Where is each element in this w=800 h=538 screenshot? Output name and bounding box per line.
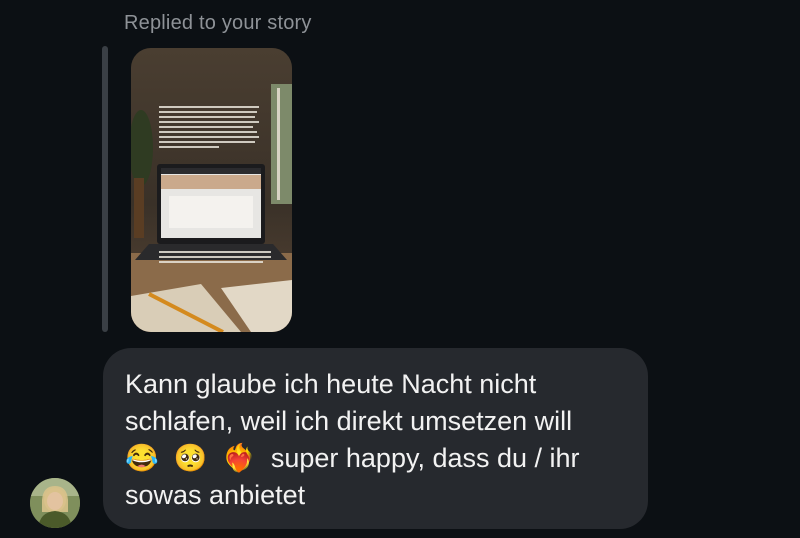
reply-indicator-bar	[102, 46, 108, 332]
sender-avatar[interactable]	[30, 478, 80, 528]
message-text: Kann glaube ich heute Nacht nicht schlaf…	[125, 369, 580, 510]
story-thumbnail[interactable]	[131, 48, 292, 332]
message-bubble[interactable]: Kann glaube ich heute Nacht nicht schlaf…	[103, 348, 648, 529]
replied-to-story-label: Replied to your story	[124, 12, 312, 34]
